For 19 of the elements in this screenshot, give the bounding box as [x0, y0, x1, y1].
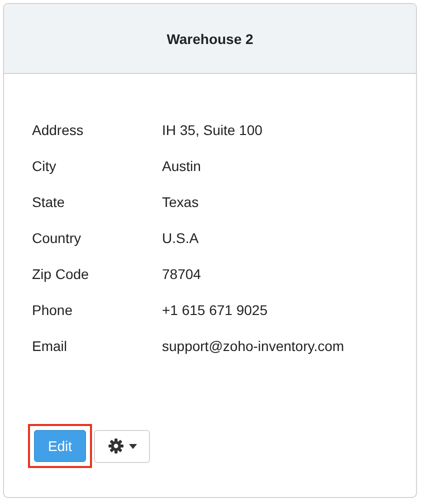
field-value: U.S.A [162, 230, 199, 246]
field-value: support@zoho-inventory.com [162, 338, 344, 354]
field-label: Zip Code [32, 266, 90, 282]
field-label: Email [32, 338, 68, 354]
card-title: Warehouse 2 [166, 30, 254, 46]
field-label: City [32, 158, 58, 174]
caret-icon [128, 444, 136, 448]
field-value: IH 35, Suite 100 [162, 122, 262, 138]
edit-button[interactable]: Edit [34, 430, 86, 462]
field-label: Country [32, 230, 82, 246]
field-value: 78704 [162, 266, 201, 282]
field-label: Address [32, 122, 84, 138]
field-value: +1 615 671 9025 [162, 302, 268, 318]
field-value: Texas [162, 194, 199, 210]
settings-icon [108, 438, 124, 454]
field-label: State [32, 194, 66, 210]
field-label: Phone [32, 302, 74, 318]
settings-button[interactable] [94, 430, 150, 462]
field-value: Austin [162, 158, 201, 174]
